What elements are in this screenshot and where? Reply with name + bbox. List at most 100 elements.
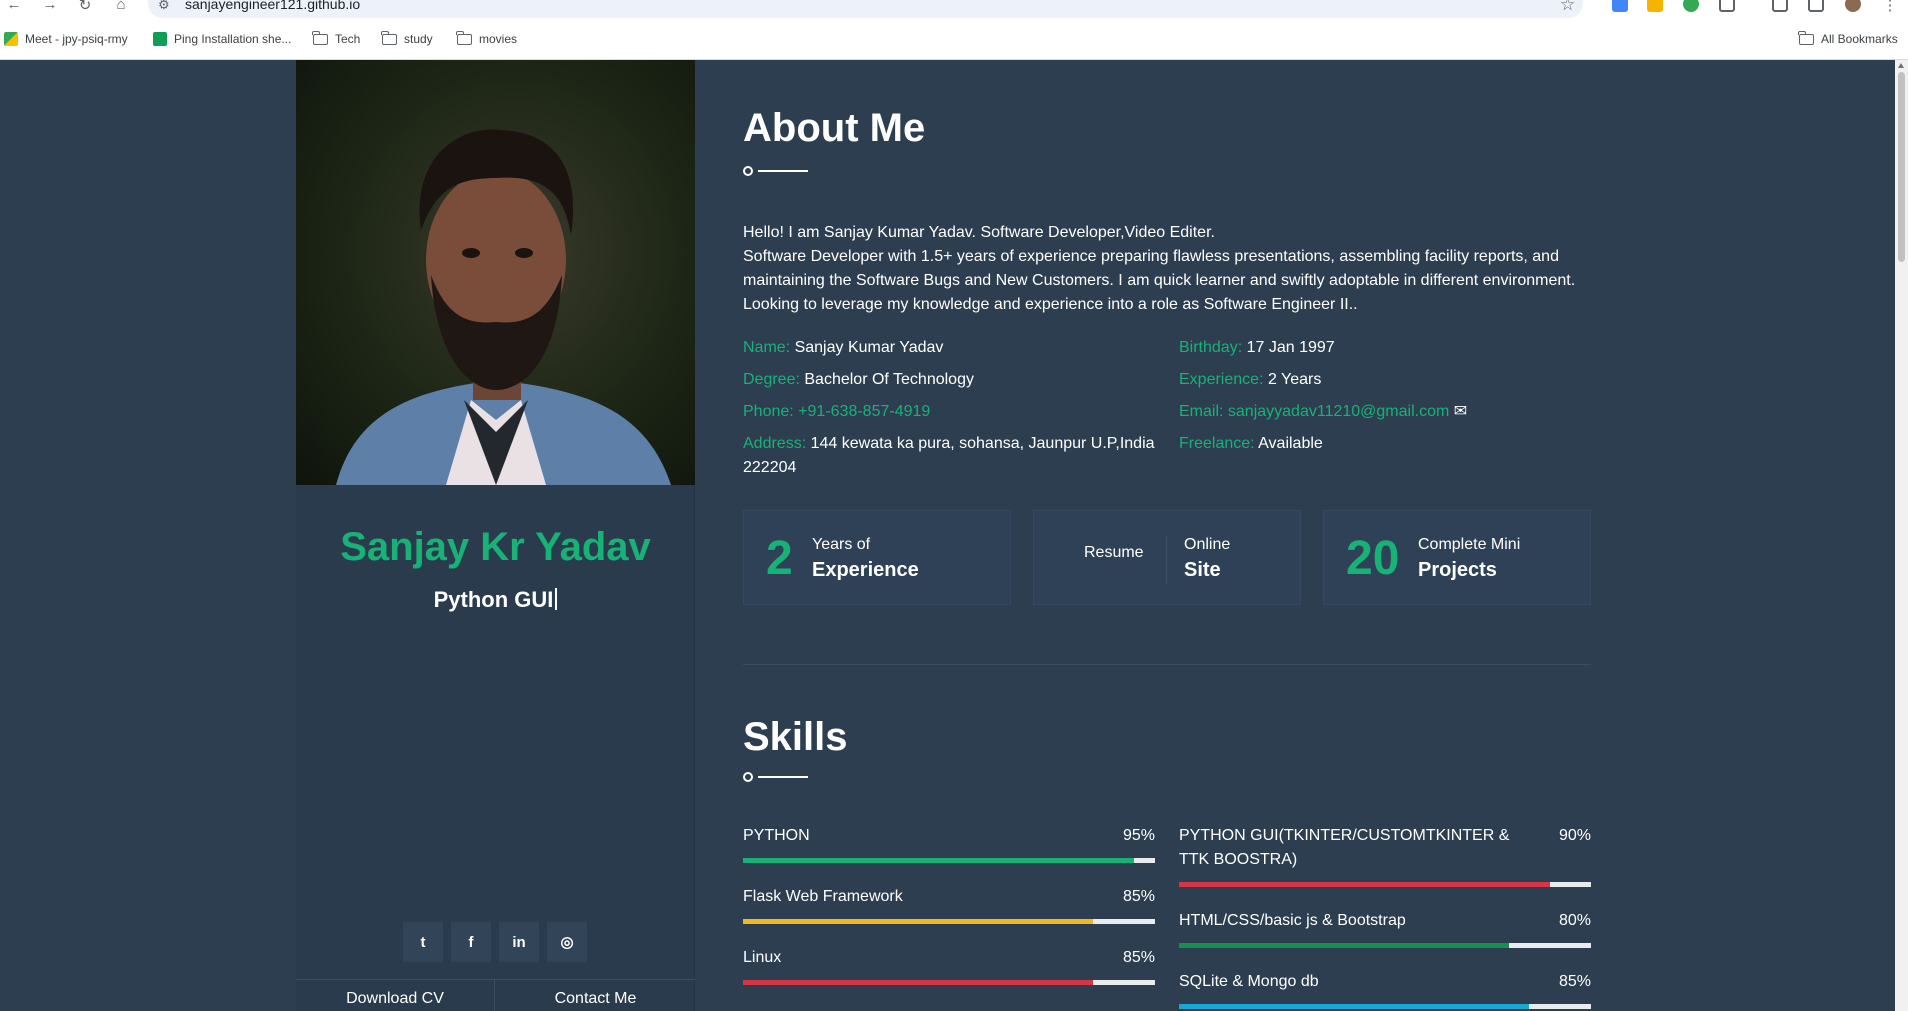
bookmark-ping[interactable]: Ping Installation she...: [153, 32, 291, 46]
stat-number: 20: [1346, 532, 1400, 585]
profile-photo: [296, 60, 695, 485]
resume-link[interactable]: Resume: [1084, 544, 1144, 562]
skill-bar-fill: [743, 919, 1094, 924]
instagram-icon[interactable]: ◎: [547, 922, 587, 962]
section-divider: [743, 166, 808, 176]
info-value: Available: [1258, 435, 1323, 452]
info-label: Phone:: [743, 403, 794, 420]
bookmark-label: Tech: [335, 32, 361, 46]
skill-python: PYTHON 95%: [743, 824, 1155, 863]
skill-percent: 85%: [1558, 973, 1591, 990]
skill-bar-fill: [743, 858, 1135, 863]
linkedin-icon[interactable]: in: [499, 922, 539, 962]
skill-bar-fill: [1179, 1004, 1530, 1009]
skill-bar-fill: [1179, 882, 1550, 887]
skill-name: Linux: [743, 949, 782, 966]
skill-python-gui: PYTHON GUI(TKINTER/CUSTOMTKINTER & TTK B…: [1179, 824, 1591, 887]
skill-percent: 85%: [1122, 888, 1155, 905]
bookmark-folder-tech[interactable]: Tech: [312, 30, 361, 46]
skill-bar: [1179, 1004, 1591, 1009]
menu-icon[interactable]: ⋮: [1880, 0, 1900, 14]
intro-line: Hello! I am Sanjay Kumar Yadav. Software…: [743, 224, 1215, 241]
download-cv-button[interactable]: Download CV: [296, 980, 495, 1011]
skill-percent: 85%: [1122, 949, 1155, 966]
typed-role-text: Python GUI: [433, 587, 554, 612]
address-bar[interactable]: [148, 0, 1583, 18]
info-label: Experience:: [1179, 371, 1264, 388]
info-email: Email: sanjayyadav11210@gmail.com ✉: [1179, 400, 1467, 424]
info-label: Degree:: [743, 371, 800, 388]
scrollbar-thumb[interactable]: [1898, 72, 1905, 262]
extension-icon[interactable]: [1647, 0, 1663, 12]
bookmark-star-icon[interactable]: ☆: [1560, 0, 1575, 15]
stat-resume[interactable]: Resume Online Site: [1033, 510, 1301, 605]
folder-icon: [381, 30, 397, 45]
bookmark-folder-study[interactable]: study: [381, 30, 433, 46]
site-info-icon[interactable]: ⚙: [158, 0, 170, 13]
skills-title: Skills: [743, 715, 848, 759]
profile-name: Sanjay Kr Yadav: [340, 525, 651, 569]
back-icon[interactable]: ←: [4, 0, 24, 13]
browser-chrome: ← → ↻ ⌂ ⚙ sanjayengineer121.github.io ☆ …: [0, 0, 1908, 60]
folder-icon: [1798, 30, 1814, 45]
skill-bar: [743, 858, 1155, 863]
skill-percent: 80%: [1558, 912, 1591, 929]
skill-name: SQLite & Mongo db: [1179, 973, 1319, 990]
stat-label-top: Years of: [812, 536, 871, 553]
about-intro: Hello! I am Sanjay Kumar Yadav. Software…: [743, 221, 1591, 317]
info-value: Bachelor Of Technology: [804, 371, 974, 388]
folder-icon: [456, 30, 472, 45]
info-name: Name: Sanjay Kumar Yadav: [743, 336, 943, 360]
all-bookmarks[interactable]: All Bookmarks: [1798, 30, 1898, 46]
stat-separator: [1166, 536, 1167, 584]
twitter-icon[interactable]: t: [403, 922, 443, 962]
contact-me-button[interactable]: Contact Me: [496, 980, 695, 1011]
bookmark-label: movies: [479, 32, 518, 46]
email-link[interactable]: sanjayyadav11210@gmail.com: [1228, 403, 1449, 420]
info-degree: Degree: Bachelor Of Technology: [743, 368, 974, 392]
phone-link[interactable]: +91-638-857-4919: [798, 403, 930, 420]
extension-icon[interactable]: [1683, 0, 1699, 12]
stat-number: 2: [766, 532, 793, 585]
profile-sidebar: Sanjay Kr Yadav Python GUI t f in ◎ Down…: [296, 60, 695, 1011]
stat-label-bottom: Experience: [812, 559, 919, 581]
skill-name: PYTHON: [743, 827, 810, 844]
bookmark-label: study: [404, 32, 433, 46]
all-bookmarks-label: All Bookmarks: [1821, 32, 1898, 46]
forward-icon[interactable]: →: [40, 0, 60, 13]
toolbar: ← → ↻ ⌂ ⚙ sanjayengineer121.github.io ☆ …: [0, 0, 1908, 18]
profile-avatar-icon[interactable]: [1845, 0, 1861, 12]
skill-flask: Flask Web Framework 85%: [743, 885, 1155, 924]
folder-icon: [312, 30, 328, 45]
reading-list-icon[interactable]: [1772, 0, 1788, 12]
section-separator: [743, 664, 1591, 665]
skill-html-css: HTML/CSS/basic js & Bootstrap 80%: [1179, 909, 1591, 948]
page-scrollbar[interactable]: [1895, 60, 1908, 1011]
info-label: Name:: [743, 339, 791, 356]
profile-role: Python GUI: [296, 587, 695, 613]
drive-extension-icon[interactable]: [1612, 0, 1628, 12]
skill-name: Flask Web Framework: [743, 888, 903, 905]
stat-label-bottom: Projects: [1418, 559, 1497, 581]
page: Sanjay Kr Yadav Python GUI t f in ◎ Down…: [0, 60, 1895, 1011]
info-label: Birthday:: [1179, 339, 1243, 356]
side-panel-icon[interactable]: [1808, 0, 1824, 12]
home-icon[interactable]: ⌂: [111, 0, 131, 13]
skill-bar: [1179, 882, 1591, 887]
scroll-up-icon[interactable]: [1898, 63, 1904, 68]
skill-name: PYTHON GUI(TKINTER/CUSTOMTKINTER & TTK B…: [1179, 827, 1510, 868]
reload-icon[interactable]: ↻: [75, 0, 95, 14]
url-text[interactable]: sanjayengineer121.github.io: [185, 0, 360, 12]
about-title: About Me: [743, 106, 926, 150]
skill-name: HTML/CSS/basic js & Bootstrap: [1179, 912, 1406, 929]
facebook-icon[interactable]: f: [451, 922, 491, 962]
extensions-puzzle-icon[interactable]: [1719, 0, 1735, 12]
bookmark-meet[interactable]: Meet - jpy-psiq-rmy: [4, 32, 128, 46]
info-label: Address:: [743, 435, 807, 452]
bookmark-folder-movies[interactable]: movies: [456, 30, 518, 46]
info-birthday: Birthday: 17 Jan 1997: [1179, 336, 1335, 360]
bookmark-label: Meet - jpy-psiq-rmy: [25, 32, 128, 46]
info-phone: Phone: +91-638-857-4919: [743, 400, 930, 424]
skill-bar-fill: [743, 980, 1094, 985]
stat-label-bottom: Site: [1184, 559, 1221, 581]
